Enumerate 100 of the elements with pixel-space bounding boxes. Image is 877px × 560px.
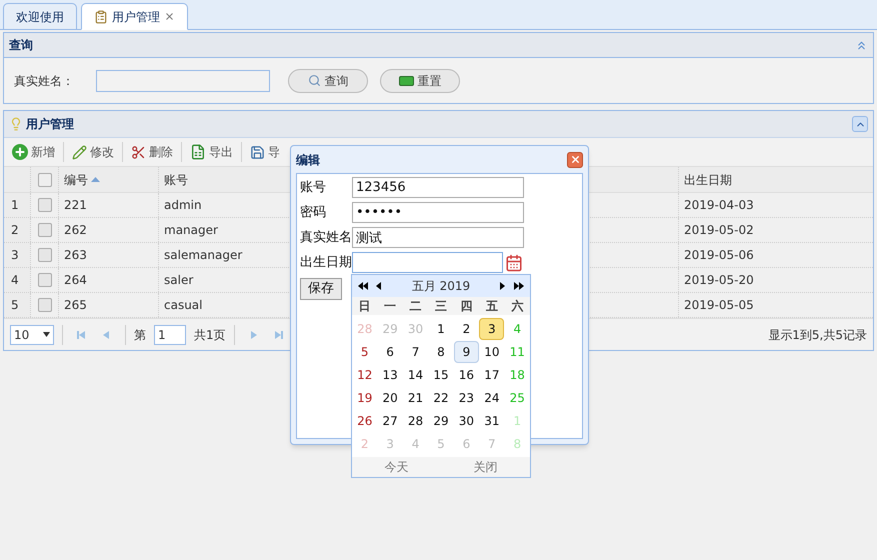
row-checkbox[interactable] [38,248,52,262]
table-cell-text: manager [164,222,218,239]
day-cell[interactable]: 6 [378,340,403,362]
close-icon [570,154,580,165]
tab[interactable]: 用户管理 [81,3,188,30]
page-count: 共1页 [194,326,226,344]
pencil-icon [72,144,87,160]
save-button[interactable]: 保存 [300,278,342,300]
row-checkbox[interactable] [38,198,52,212]
column-header[interactable]: 出生日期 [684,170,732,188]
day-cell[interactable]: 12 [352,364,378,386]
page-size-select[interactable]: 10 [10,324,54,344]
toolbar-button[interactable]: 删除 [127,140,177,164]
dropdown-arrow-icon [43,332,50,337]
table-cell-text: 265 [64,297,87,314]
calendar-footer-button[interactable]: 关闭 [441,457,530,477]
toolbar-button[interactable]: 新增 [8,140,59,164]
search-button[interactable]: 查询 [288,68,368,92]
tab[interactable]: 欢迎使用 [3,3,77,30]
table-cell-text: casual [164,297,202,314]
form-field[interactable]: 123456 [352,177,524,198]
table-cell-text: 221 [64,197,87,214]
day-cell[interactable]: 30 [454,410,479,432]
panel-title: 用户管理 [26,116,74,133]
day-cell[interactable]: 9 [454,340,479,362]
next-page-icon[interactable] [248,330,259,340]
form-field[interactable] [352,252,503,273]
weekday-label: 四 [459,298,474,315]
day-cell[interactable]: 5 [352,340,378,362]
name-field[interactable] [96,70,270,92]
form-field[interactable]: 测试 [352,227,524,248]
reset-button[interactable]: 重置 [380,68,460,92]
row-checkbox[interactable] [38,223,52,237]
day-cell[interactable]: 8 [428,340,454,362]
day-cell[interactable]: 7 [403,340,428,362]
table-cell-text: 264 [64,272,87,289]
tab-label: 用户管理 [112,8,160,26]
day-cell[interactable]: 29 [428,410,454,432]
day-cell[interactable]: 22 [428,386,454,408]
toolbar-button[interactable]: 导出 [186,140,237,164]
calendar-footer-button[interactable]: 今天 [352,457,441,477]
field-label: 出生日期 [300,254,352,272]
previous-page-icon[interactable] [101,330,111,340]
collapse-icon[interactable] [852,116,868,132]
calendar-icon[interactable] [505,254,523,272]
close-icon[interactable] [164,11,175,22]
next-month-icon[interactable] [500,282,506,290]
sort-ascending-icon [91,177,100,182]
page-field[interactable]: 1 [154,324,186,344]
weekday-label: 二 [408,298,423,315]
scissors-icon [131,144,146,160]
day-cell[interactable]: 1 [428,318,454,340]
weekday-label: 日 [358,298,372,315]
table-cell-text: 2019-04-03 [684,197,754,214]
table-cell-text: salemanager [164,247,242,264]
column-header[interactable]: 编号 [64,170,88,188]
toolbar-button[interactable]: 修改 [68,140,118,164]
day-cell[interactable]: 27 [378,410,403,432]
previous-month-icon[interactable] [376,282,382,290]
column-header[interactable]: 账号 [164,170,188,188]
plus-icon [12,144,28,160]
day-cell[interactable]: 17 [479,364,504,386]
day-cell[interactable]: 14 [403,364,428,386]
previous-year-icon[interactable] [358,282,368,290]
table-cell-text: 2019-05-02 [684,222,754,239]
spreadsheet-icon [190,144,206,160]
last-page-icon[interactable] [272,330,283,340]
row-number: 4 [4,268,30,292]
form-field[interactable]: •••••• [352,202,524,223]
table-cell-text: 2019-05-05 [684,297,754,314]
close-button[interactable] [567,152,583,168]
day-cell[interactable]: 20 [378,386,403,408]
day-cell[interactable]: 2 [454,318,479,340]
select-all-checkbox[interactable] [38,172,52,186]
table-cell-text: saler [164,272,194,289]
day-cell[interactable]: 23 [454,386,479,408]
day-cell[interactable]: 21 [403,386,428,408]
day-cell[interactable]: 15 [428,364,454,386]
day-cell[interactable]: 3 [479,318,504,340]
day-cell[interactable]: 10 [479,340,504,362]
table-cell-text: 262 [64,222,87,239]
first-page-icon[interactable] [77,330,87,340]
row-checkbox[interactable] [38,273,52,287]
field-label: 真实姓名： [14,72,75,90]
day-cell[interactable]: 13 [378,364,403,386]
day-cell[interactable]: 16 [454,364,479,386]
weekday-label: 三 [434,298,448,315]
row-checkbox[interactable] [38,298,52,312]
row-number: 2 [4,218,30,242]
day-cell[interactable]: 28 [403,410,428,432]
row-number: 5 [4,293,30,317]
day-cell[interactable]: 31 [479,410,504,432]
day-cell[interactable]: 26 [352,410,378,432]
next-year-icon[interactable] [514,282,524,290]
table-cell-text: 2019-05-20 [684,272,754,289]
row-number: 3 [4,243,30,267]
day-cell[interactable]: 24 [479,386,504,408]
pager-summary: 显示1到5,共5记录 [768,326,867,344]
toolbar-button[interactable]: 导 [246,140,284,164]
day-cell[interactable]: 19 [352,386,378,408]
